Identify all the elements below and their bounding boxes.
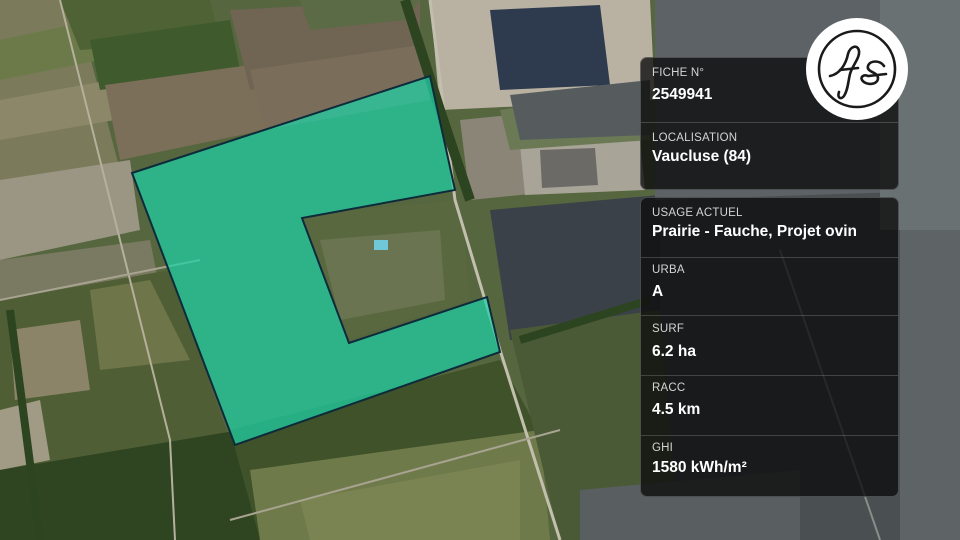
field-value: 1580 kWh/m² [652,459,747,476]
info-panel-bottom: USAGE ACTUEL Prairie - Fauche, Projet ov… [640,197,899,497]
field-label: URBA [652,264,685,276]
field-surf: SURF 6.2 ha [641,316,898,376]
field-value: 2549941 [652,86,713,103]
field-racc: RACC 4.5 km [641,376,898,436]
field-label: SURF [652,323,685,335]
field-value: 4.5 km [652,401,701,418]
field-value: A [652,283,664,300]
field-urba: URBA A [641,258,898,316]
field-label: FICHE N° [652,67,705,79]
field-value: 6.2 ha [652,343,696,360]
field-usage: USAGE ACTUEL Prairie - Fauche, Projet ov… [641,198,898,258]
field-localisation: LOCALISATION Vaucluse (84) [641,123,898,188]
fs-monogram-icon [817,29,897,109]
field-label: GHI [652,442,674,454]
fs-logo [806,18,908,120]
field-label: LOCALISATION [652,132,738,144]
field-ghi: GHI 1580 kWh/m² [641,436,898,494]
field-label: USAGE ACTUEL [652,207,743,219]
field-label: RACC [652,382,686,394]
field-value: Prairie - Fauche, Projet ovin [652,223,858,240]
field-value: Vaucluse (84) [652,148,752,165]
